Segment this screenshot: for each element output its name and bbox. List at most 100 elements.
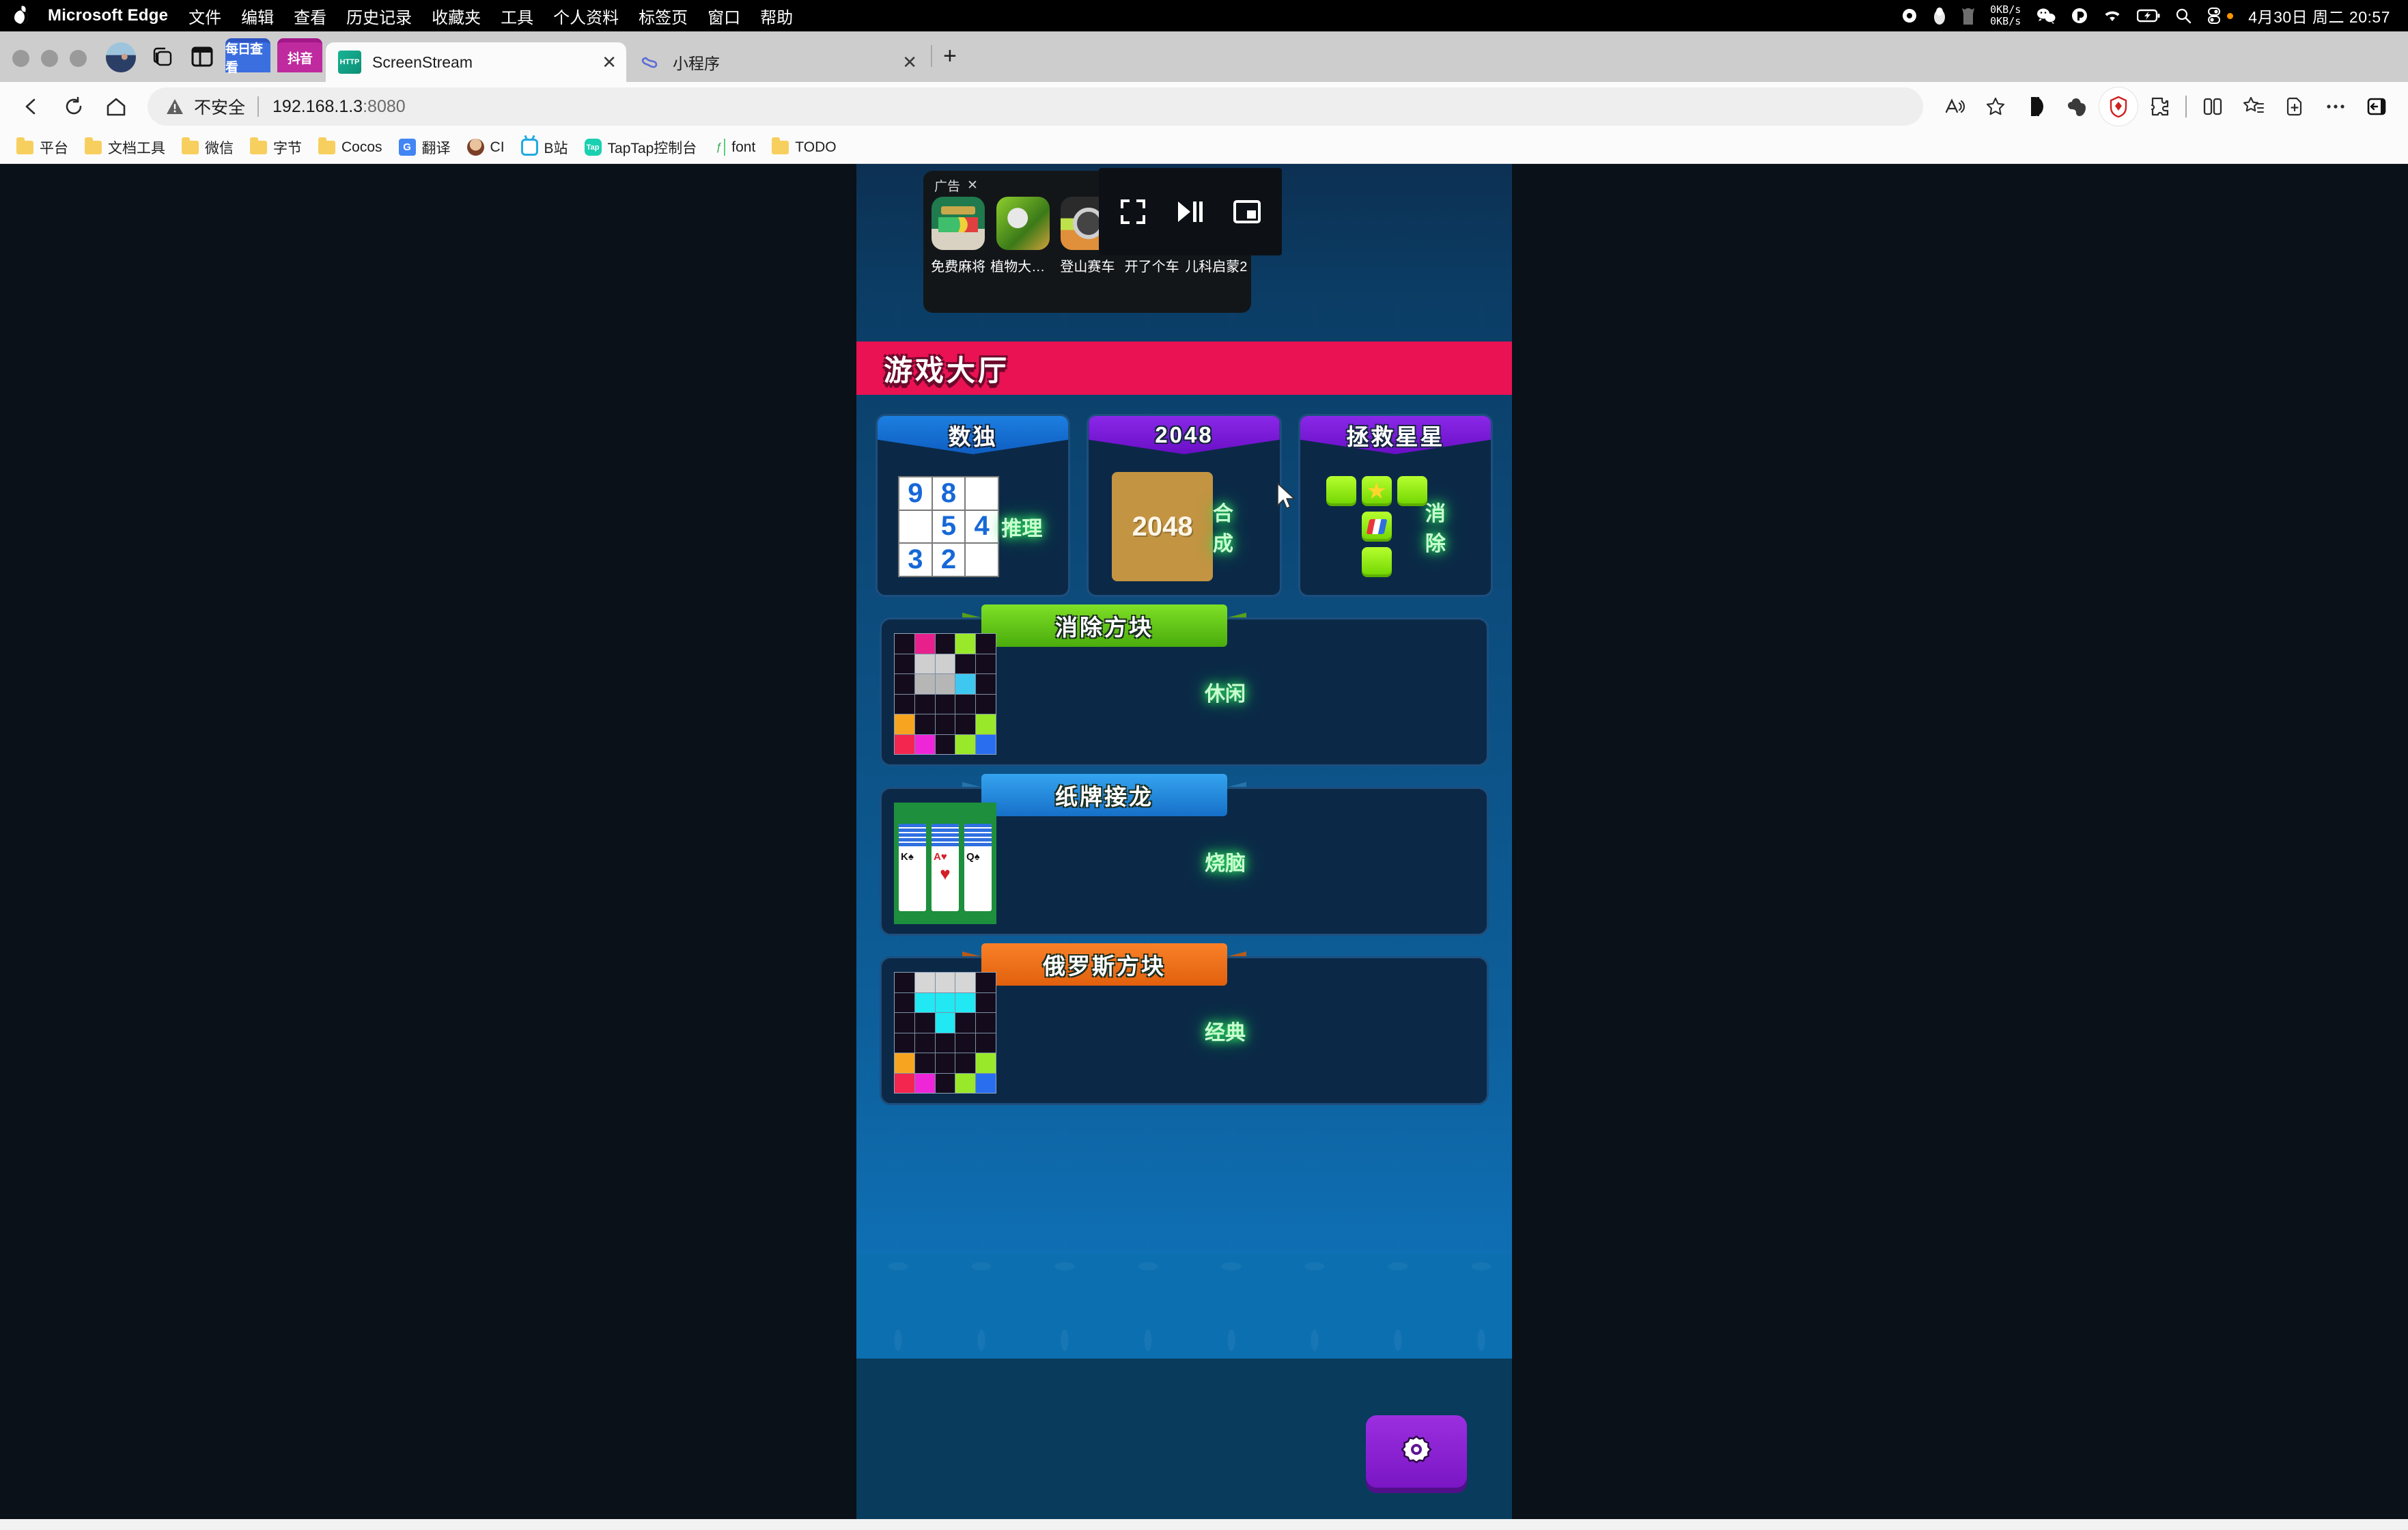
extension-v-icon[interactable] [2017,87,2056,126]
game-category-tag: 消除 [1425,503,1446,555]
lobby-header: 游戏大厅 [856,342,1512,395]
wifi-icon[interactable] [2103,8,2122,23]
profile-avatar[interactable] [106,42,136,72]
ad-item-name: 开了个车 [1124,260,1179,275]
menubar-item-view[interactable]: 查看 [294,4,326,28]
ad-item[interactable]: 免费麻将 [926,197,990,275]
battery-charging-icon[interactable] [2137,9,2160,23]
browser-toolbar: 不安全 192.168.1.3:8080 [0,82,2408,131]
search-icon[interactable] [2175,8,2192,24]
game-card-body: ★ 消除 [1300,458,1491,595]
bookmark-label: CI [490,139,505,155]
sidebar-toggle-icon[interactable] [2357,87,2396,126]
bookmark-font[interactable]: ƒ font [706,135,762,159]
window-traffic-lights[interactable] [8,50,98,82]
bookmark-translate[interactable]: G 翻译 [392,134,458,161]
network-upload-speed: 0KB/s [1990,3,2021,16]
bookmark-bilibili[interactable]: B站 [514,134,575,161]
network-download-speed: 0KB/s [1990,15,2021,27]
menubar-item-favorites[interactable]: 收藏夹 [432,4,481,28]
bookmark-docs[interactable]: 文档工具 [78,134,172,161]
read-aloud-icon[interactable] [1935,87,1974,126]
bookmark-label: TapTap控制台 [607,140,697,156]
game-card-tetris[interactable]: 俄罗斯方块 经典 [880,943,1489,1105]
home-icon[interactable] [97,87,135,126]
more-icon[interactable] [2316,87,2355,126]
tab-miniprogram[interactable]: 小程序 ✕ [626,42,927,82]
picture-in-picture-icon[interactable] [1233,198,1261,225]
game-card-block-blast[interactable]: 消除方块 休闲 [880,604,1489,766]
menubar-app-name[interactable]: Microsoft Edge [48,6,168,25]
split-screen-icon[interactable] [2194,87,2232,126]
settings-button[interactable] [1366,1415,1467,1488]
bookmark-wechat[interactable]: 微信 [175,134,240,161]
playing-card: K♠ [899,824,926,911]
menubar-item-tabs[interactable]: 标签页 [639,4,688,28]
game-card-sudoku[interactable]: 数独 9 8 5 4 3 2 推理 [876,414,1071,597]
penguin-icon[interactable] [1933,7,1946,25]
menubar-item-help[interactable]: 帮助 [760,4,793,28]
collections-icon[interactable] [2235,87,2273,126]
back-icon[interactable] [12,87,51,126]
reload-icon[interactable] [55,87,93,126]
maximize-window-button[interactable] [70,50,87,67]
game-card-2048[interactable]: 2048 2048 合成 [1087,414,1282,597]
ad-label-row: 广告 ✕ [934,176,978,195]
sudoku-cell: 4 [966,510,998,543]
bookmark-bytedance[interactable]: 字节 [243,134,309,161]
menubar-item-history[interactable]: 历史记录 [346,4,412,28]
sudoku-cell: 8 [932,477,965,510]
bookmark-todo[interactable]: TODO [765,136,843,159]
favorite-star-icon[interactable] [1976,87,2015,126]
menubar-item-tools[interactable]: 工具 [501,4,533,28]
pinned-tab-daily[interactable]: 每日查看 [225,38,270,75]
folder-icon [182,137,199,154]
folder-icon [16,137,33,154]
tab-screenstream[interactable]: HTTP ScreenStream ✕ [326,42,626,82]
add-collection-icon[interactable] [2276,87,2314,126]
shield-extension-icon[interactable] [2099,87,2138,126]
apple-logo-icon[interactable] [12,5,30,26]
cat-icon[interactable] [1961,7,1975,25]
ad-item[interactable]: 植物大战... [990,197,1055,275]
tab-close-icon[interactable]: ✕ [602,52,617,73]
minimize-window-button[interactable] [41,50,58,67]
evernote-icon[interactable] [2058,87,2097,126]
game-title: 纸牌接龙 [981,774,1227,816]
bookmark-taptap[interactable]: Tap TapTap控制台 [578,134,704,161]
sudoku-cell [899,510,932,543]
bookmark-cocos[interactable]: Cocos [311,136,389,159]
address-bar[interactable]: 不安全 192.168.1.3:8080 [148,87,1923,126]
menubar-datetime[interactable]: 4月30日 周二 20:57 [2248,4,2390,27]
game-card-save-stars[interactable]: 拯救星星 ★ 消除 [1298,414,1493,597]
ad-label: 广告 [934,180,961,194]
fullscreen-icon[interactable] [1119,198,1147,225]
bookmark-ci[interactable]: CI [460,135,512,159]
bookmark-label: B站 [544,140,568,156]
puzzle-icon[interactable] [2140,87,2179,126]
tab-close-icon[interactable]: ✕ [902,52,917,73]
menubar-item-window[interactable]: 窗口 [708,4,740,28]
ad-close-icon[interactable]: ✕ [967,178,978,193]
play-pause-icon[interactable] [1175,198,1204,225]
game-board: 数独 9 8 5 4 3 2 推理 2048 2048 合成 拯救星星 ★ 消除… [856,395,1512,1105]
control-center-icon[interactable] [2207,8,2222,24]
menubar-item-file[interactable]: 文件 [188,4,221,28]
pinned-tab-douyin[interactable]: 抖音 [277,38,322,72]
game-card-solitaire[interactable]: 纸牌接龙 K♠ A♥ ♥ Q♠ 烧脑 [880,774,1489,936]
bookmark-label: font [731,139,756,155]
close-window-button[interactable] [12,50,29,67]
menubar-item-edit[interactable]: 编辑 [241,4,274,28]
split-panel-icon[interactable] [186,41,218,72]
bookmarks-bar: 平台 文档工具 微信 字节 Cocos G 翻译 CI B站 Tap TapTa… [0,131,2408,164]
menubar-item-profile[interactable]: 个人资料 [553,4,619,28]
new-tab-button[interactable]: + [943,43,957,70]
ad-item-name: 登山赛车 [1060,260,1115,275]
game-category-tag: 经典 [1205,1022,1246,1044]
bookmark-platform[interactable]: 平台 [10,134,75,161]
tab-copy-icon[interactable] [147,41,178,72]
wechat-icon[interactable] [2036,8,2056,24]
star-blocks-thumb-icon: ★ [1326,472,1427,581]
app-icon[interactable] [2071,8,2088,24]
record-icon[interactable] [1901,8,1918,24]
